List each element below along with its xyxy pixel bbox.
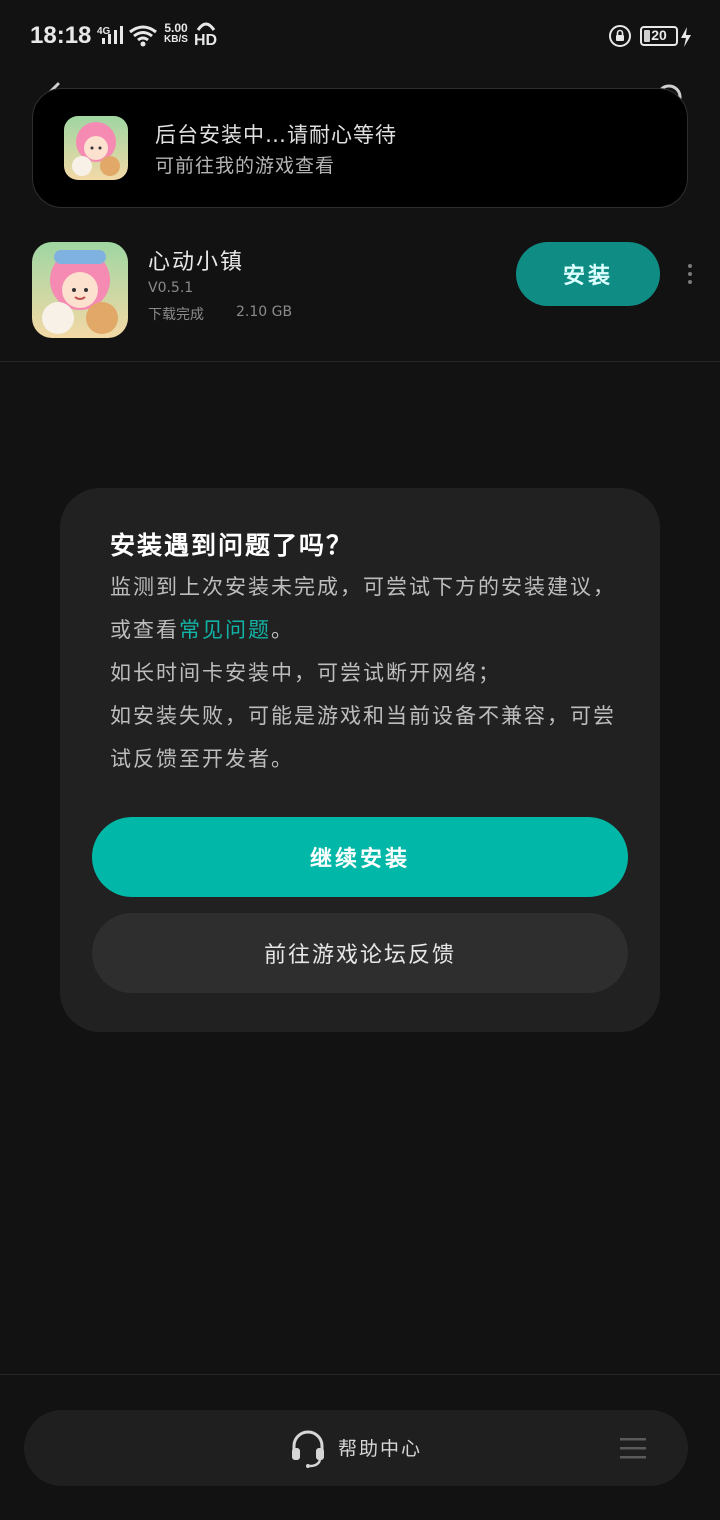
app-name: 心动小镇 bbox=[148, 250, 245, 275]
rotation-lock-icon bbox=[609, 25, 631, 47]
bottom-divider bbox=[0, 1374, 720, 1375]
dialog-paragraph-1: 监测到上次安装未完成，可尝试下方的安装建议，或查看常见问题。 bbox=[110, 566, 626, 652]
dialog-text-suffix: 。 bbox=[271, 618, 294, 642]
forum-feedback-button[interactable]: 前往游戏论坛反馈 bbox=[92, 913, 628, 993]
speed-unit: KB/S bbox=[164, 34, 188, 45]
battery-indicator: 20 bbox=[640, 26, 678, 46]
dialog-paragraph-3: 如安装失败，可能是游戏和当前设备不兼容，可尝试反馈至开发者。 bbox=[110, 704, 616, 771]
headset-icon[interactable] bbox=[288, 1428, 328, 1468]
toast-game-icon bbox=[64, 116, 128, 180]
dialog-body: 监测到上次安装未完成，可尝试下方的安装建议，或查看常见问题。 如长时间卡安装中，… bbox=[110, 566, 626, 781]
status-bar: 18:18 4G 5.00 KB/S HD 20 bbox=[0, 0, 720, 76]
help-center-label[interactable]: 帮助中心 bbox=[338, 1434, 422, 1461]
hd-label: HD bbox=[194, 32, 218, 49]
network-type: 4G bbox=[97, 26, 111, 37]
hd-voice-indicator: HD bbox=[194, 22, 218, 50]
download-status: 下载完成 bbox=[148, 307, 204, 323]
phone-icon bbox=[196, 22, 216, 31]
status-time: 18:18 bbox=[30, 22, 92, 49]
bottom-bar: 帮助中心 bbox=[24, 1410, 688, 1486]
continue-install-button[interactable]: 继续安装 bbox=[92, 817, 628, 897]
toast-hint: 可前往我的游戏查看 bbox=[155, 155, 336, 177]
app-size: 2.10 GB bbox=[236, 304, 293, 320]
install-button[interactable]: 安装 bbox=[516, 242, 660, 306]
speed-value: 5.00 bbox=[164, 21, 188, 35]
faq-link[interactable]: 常见问题 bbox=[179, 618, 271, 642]
charging-icon bbox=[681, 27, 691, 47]
install-problem-dialog: 安装遇到问题了吗？ 监测到上次安装未完成，可尝试下方的安装建议，或查看常见问题。… bbox=[60, 488, 660, 1032]
app-icon[interactable] bbox=[32, 242, 128, 338]
app-download-row: 心动小镇 V0.5.1 下载完成 2.10 GB 安装 bbox=[0, 232, 720, 362]
menu-icon[interactable] bbox=[620, 1436, 646, 1460]
dialog-title: 安装遇到问题了吗？ bbox=[110, 531, 354, 560]
app-version: V0.5.1 bbox=[148, 280, 194, 296]
dialog-paragraph-2: 如长时间卡安装中，可尝试断开网络； bbox=[110, 661, 501, 685]
toast-message: 后台安装中…请耐心等待 bbox=[155, 123, 397, 147]
more-options-icon[interactable] bbox=[680, 262, 700, 286]
install-toast: 后台安装中…请耐心等待 可前往我的游戏查看 bbox=[32, 88, 688, 208]
wifi-icon bbox=[129, 25, 157, 47]
battery-percent: 20 bbox=[651, 27, 667, 43]
network-speed: 5.00 KB/S bbox=[160, 21, 192, 45]
